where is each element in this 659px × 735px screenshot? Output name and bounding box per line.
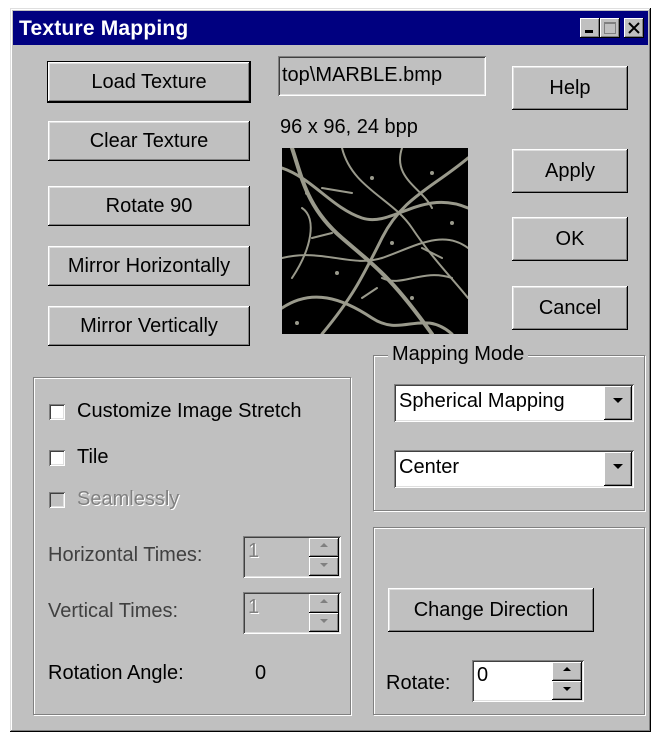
mirror-vertically-button[interactable]: Mirror Vertically (48, 306, 250, 346)
mapping-mode-select[interactable]: Spherical Mapping (394, 384, 634, 422)
mapping-mode-value: Spherical Mapping (399, 390, 565, 412)
texture-mapping-dialog: Texture Mapping Load Texture Clear Textu… (10, 8, 651, 732)
seamlessly-checkbox: Seamlessly (49, 488, 179, 511)
change-direction-button[interactable]: Change Direction (388, 588, 594, 632)
mapping-mode-dropdown-icon[interactable] (604, 386, 632, 420)
customize-stretch-checkbox[interactable]: Customize Image Stretch (49, 400, 302, 423)
customize-stretch-label: Customize Image Stretch (77, 400, 302, 422)
rotate-90-button[interactable]: Rotate 90 (48, 186, 250, 226)
rotate-down-icon[interactable] (552, 681, 582, 700)
window-title: Texture Mapping (19, 17, 189, 40)
rotate-value[interactable]: 0 (477, 664, 488, 687)
marble-texture-icon (282, 148, 468, 334)
apply-button[interactable]: Apply (512, 149, 628, 193)
vertical-times-up-icon (309, 594, 339, 613)
texture-file-field: top\MARBLE.bmp (278, 56, 486, 96)
close-icon[interactable] (624, 18, 644, 38)
clear-texture-button[interactable]: Clear Texture (48, 121, 250, 161)
horizontal-times-down-icon (309, 557, 339, 576)
mapping-mode-group: Mapping Mode Spherical Mapping Center (373, 343, 645, 511)
alignment-select[interactable]: Center (394, 450, 634, 488)
seamlessly-box (49, 491, 65, 508)
tile-label: Tile (77, 446, 109, 468)
mirror-horizontally-button[interactable]: Mirror Horizontally (48, 246, 250, 286)
maximize-icon[interactable] (600, 18, 620, 38)
vertical-times-spinner: 1 (243, 592, 341, 634)
rotate-up-icon[interactable] (552, 662, 582, 681)
rotate-spinner[interactable]: 0 (472, 660, 584, 702)
vertical-times-label: Vertical Times: (48, 600, 179, 622)
horizontal-times-spinner: 1 (243, 536, 341, 578)
seamlessly-label: Seamlessly (77, 488, 180, 510)
texture-info: 96 x 96, 24 bpp (280, 116, 418, 138)
texture-preview (282, 148, 468, 334)
tile-box[interactable] (49, 449, 65, 466)
ok-button[interactable]: OK (512, 217, 628, 261)
load-texture-button[interactable]: Load Texture (47, 61, 251, 103)
title-bar[interactable]: Texture Mapping (13, 11, 648, 45)
horizontal-times-up-icon (309, 538, 339, 557)
tile-checkbox[interactable]: Tile (49, 446, 108, 469)
alignment-dropdown-icon[interactable] (604, 452, 632, 486)
direction-group: Change Direction Rotate: 0 (373, 527, 645, 715)
horizontal-times-value: 1 (248, 540, 260, 562)
vertical-times-value: 1 (248, 596, 260, 618)
mapping-mode-title: Mapping Mode (388, 343, 529, 366)
image-stretch-group: Customize Image Stretch Tile Seamlessly … (33, 377, 351, 715)
minimize-icon[interactable] (580, 18, 600, 38)
rotation-angle-label: Rotation Angle: (48, 662, 184, 684)
alignment-value: Center (399, 456, 460, 478)
vertical-times-down-icon (309, 613, 339, 632)
customize-stretch-box[interactable] (49, 403, 65, 420)
rotation-angle-value: 0 (255, 662, 267, 684)
cancel-button[interactable]: Cancel (512, 286, 628, 330)
texture-file-name: top\MARBLE.bmp (282, 64, 443, 86)
help-button[interactable]: Help (512, 66, 628, 110)
horizontal-times-label: Horizontal Times: (48, 544, 203, 566)
rotate-label: Rotate: (386, 672, 451, 694)
